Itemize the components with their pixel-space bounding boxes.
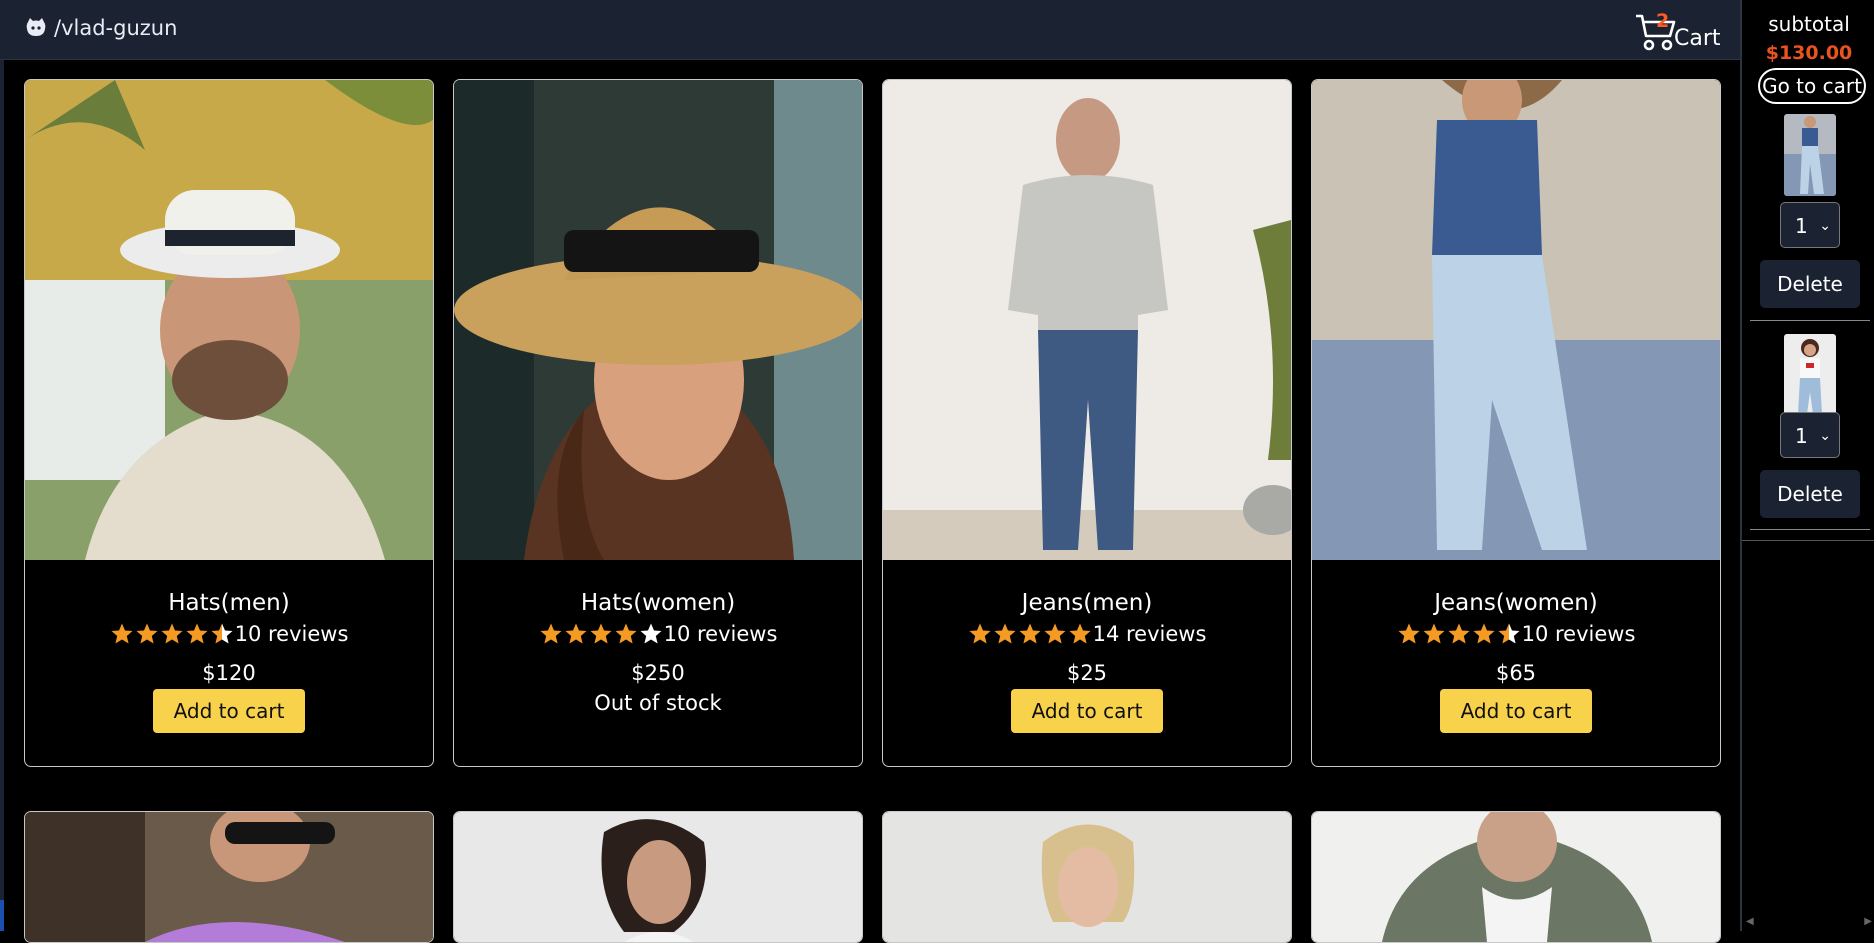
product-card <box>24 811 434 943</box>
star-rating <box>110 622 234 646</box>
star-icon <box>590 623 612 644</box>
star-rating <box>1397 622 1521 646</box>
quantity-value: 1 <box>1795 424 1808 448</box>
scroll-right-arrow[interactable]: ▶ <box>1864 916 1872 927</box>
home-link[interactable]: /vlad-guzun <box>24 16 177 40</box>
product-card: Hats(women) 10 reviews $250 Out of stock <box>453 79 863 767</box>
chevron-down-icon: ⌄ <box>1819 428 1831 444</box>
star-icon <box>1423 623 1445 644</box>
product-image[interactable] <box>1312 80 1720 560</box>
product-image[interactable] <box>883 812 1291 942</box>
product-info: Jeans(women) 10 reviews $65 Add to cart <box>1312 560 1720 766</box>
star-rating <box>968 622 1092 646</box>
star-icon <box>1069 623 1091 644</box>
cart-item-thumbnail[interactable] <box>1784 334 1836 416</box>
product-image[interactable] <box>454 812 862 942</box>
product-info: Jeans(men) 14 reviews $25 Add to cart <box>883 560 1291 766</box>
product-card <box>882 811 1292 943</box>
product-price: $65 <box>1495 661 1537 685</box>
subtotal-value: $130.00 <box>1765 42 1853 64</box>
star-icon <box>1473 623 1495 644</box>
product-name[interactable]: Jeans(women) <box>1312 590 1720 616</box>
review-count[interactable]: 14 reviews <box>1093 622 1207 646</box>
subtotal-label: subtotal <box>1768 12 1850 36</box>
star-icon <box>111 623 133 644</box>
star-rating <box>539 622 663 646</box>
product-price: $250 <box>631 661 685 685</box>
star-icon <box>1398 623 1420 644</box>
add-to-cart-button[interactable]: Add to cart <box>1010 689 1164 733</box>
review-count[interactable]: 10 reviews <box>1522 622 1636 646</box>
logo-text: /vlad-guzun <box>54 16 178 40</box>
product-rating: 10 reviews <box>1312 622 1720 646</box>
github-icon <box>26 18 46 36</box>
product-image[interactable] <box>883 80 1291 560</box>
star-icon <box>969 623 991 644</box>
star-icon <box>186 623 208 644</box>
product-card <box>453 811 863 943</box>
item-divider <box>1750 529 1870 530</box>
cart-panel: subtotal $130.00 Go to cart 1 ⌄ Delete 1… <box>1742 0 1874 541</box>
product-name[interactable]: Jeans(men) <box>883 590 1291 616</box>
product-name[interactable]: Hats(men) <box>25 590 433 616</box>
out-of-stock-label: Out of stock <box>594 691 722 715</box>
product-image[interactable] <box>454 80 862 560</box>
top-navbar: /vlad-guzun 2 Cart <box>0 0 1741 60</box>
star-icon <box>640 623 662 644</box>
star-icon <box>136 623 158 644</box>
star-icon <box>161 623 183 644</box>
review-count[interactable]: 10 reviews <box>235 622 349 646</box>
product-card: Jeans(women) 10 reviews $65 Add to cart <box>1311 79 1721 767</box>
product-image[interactable] <box>1312 812 1720 942</box>
product-image[interactable] <box>25 812 433 942</box>
add-to-cart-button[interactable]: Add to cart <box>152 689 306 733</box>
product-info: Hats(men) 10 reviews $120 Add to cart <box>25 560 433 766</box>
add-to-cart-button[interactable]: Add to cart <box>1439 689 1593 733</box>
cart-count-badge: 2 <box>1656 10 1670 32</box>
quantity-value: 1 <box>1795 214 1808 238</box>
star-icon <box>1019 623 1041 644</box>
product-name[interactable]: Hats(women) <box>454 590 862 616</box>
delete-button[interactable]: Delete <box>1760 260 1860 308</box>
product-card: Hats(men) 10 reviews $120 Add to cart <box>24 79 434 767</box>
product-info: Hats(women) 10 reviews $250 Out of stock <box>454 560 862 766</box>
star-icon <box>1498 623 1520 644</box>
star-icon <box>1448 623 1470 644</box>
star-icon <box>1044 623 1066 644</box>
star-icon <box>994 623 1016 644</box>
product-rating: 14 reviews <box>883 622 1291 646</box>
product-rating: 10 reviews <box>25 622 433 646</box>
go-to-cart-button[interactable]: Go to cart <box>1758 68 1866 104</box>
product-card: Jeans(men) 14 reviews $25 Add to cart <box>882 79 1292 767</box>
product-card <box>1311 811 1721 943</box>
star-icon <box>211 623 233 644</box>
product-price: $120 <box>202 661 256 685</box>
item-divider <box>1750 320 1870 321</box>
left-edge-marker <box>0 900 4 931</box>
product-price: $25 <box>1066 661 1108 685</box>
star-icon <box>565 623 587 644</box>
star-icon <box>615 623 637 644</box>
product-rating: 10 reviews <box>454 622 862 646</box>
cart-link[interactable]: 2 Cart <box>1634 10 1721 52</box>
star-icon <box>540 623 562 644</box>
left-edge <box>0 0 4 931</box>
chevron-down-icon: ⌄ <box>1819 218 1831 234</box>
delete-button[interactable]: Delete <box>1760 470 1860 518</box>
scroll-left-arrow[interactable]: ◀ <box>1746 916 1754 927</box>
cart-label: Cart <box>1674 25 1721 51</box>
product-image[interactable] <box>25 80 433 560</box>
cart-sidebar: subtotal $130.00 Go to cart 1 ⌄ Delete 1… <box>1740 0 1874 931</box>
cart-item-thumbnail[interactable] <box>1784 114 1836 196</box>
quantity-select[interactable]: 1 ⌄ <box>1780 202 1840 248</box>
review-count[interactable]: 10 reviews <box>664 622 778 646</box>
quantity-select[interactable]: 1 ⌄ <box>1780 412 1840 458</box>
